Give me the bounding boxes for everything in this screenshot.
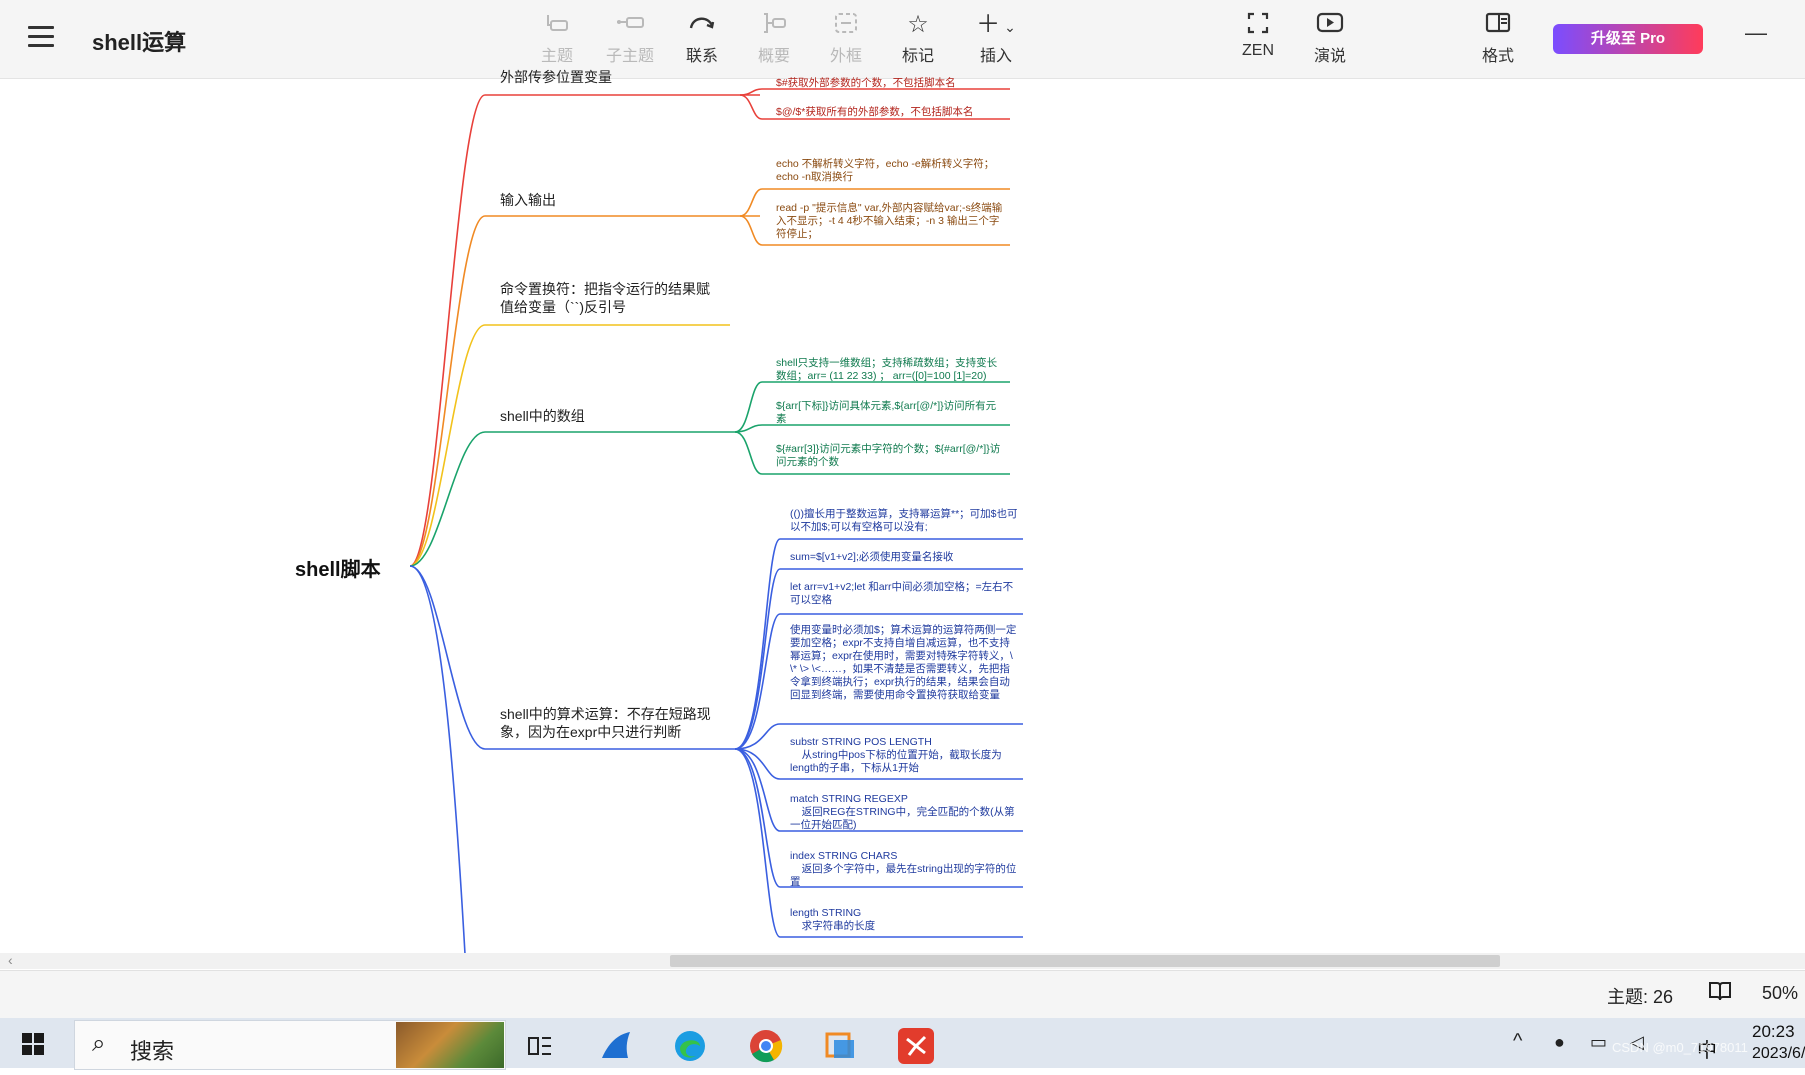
- topic-button[interactable]: 主题: [521, 10, 593, 70]
- chevron-down-icon: ⌄: [1004, 19, 1016, 35]
- summary-label: 概要: [757, 48, 790, 65]
- branch-topic-3[interactable]: 命令置换符：把指令运行的结果赋值给变量（``)反引号: [500, 280, 722, 316]
- leaf-5-6[interactable]: match STRING REGEXP 返回REG在STRING中，完全匹配的个…: [790, 793, 1020, 832]
- app-shark-icon[interactable]: [598, 1028, 634, 1064]
- topic-label: 主题: [540, 48, 573, 65]
- insert-label: 插入: [979, 48, 1012, 65]
- star-icon: ☆: [907, 11, 929, 38]
- marker-label: 标记: [901, 48, 934, 65]
- clock-time[interactable]: 20:23: [1752, 1022, 1795, 1042]
- topic-count: 主题: 26: [1607, 987, 1674, 1007]
- edge-browser-icon[interactable]: [672, 1028, 708, 1064]
- minimize-button[interactable]: —: [1745, 20, 1767, 46]
- leaf-5-1[interactable]: (())擅长用于整数运算，支持幂运算**；可加$也可以不加$;可以有空格可以没有…: [790, 508, 1020, 534]
- marker-button[interactable]: ☆ 标记: [882, 10, 954, 70]
- connector-branch-2: [409, 215, 760, 567]
- connector-branch-1: [409, 94, 760, 567]
- app-window-icon[interactable]: [823, 1028, 859, 1064]
- qq-tray-icon[interactable]: ●: [1554, 1032, 1565, 1053]
- tray-overflow-chevron-icon[interactable]: ^: [1513, 1030, 1522, 1053]
- branch-topic-2[interactable]: 输入输出: [500, 191, 556, 209]
- subtopic-label: 子主题: [605, 48, 654, 65]
- leaf-2-1[interactable]: echo 不解析转义字符，echo -e解析转义字符；echo -n取消换行: [776, 158, 1006, 184]
- subtopic-icon: [594, 10, 666, 40]
- branch-topic-5[interactable]: shell中的算术运算：不存在短路现象，因为在expr中只进行判断: [500, 705, 722, 741]
- branch-topic-4[interactable]: shell中的数组: [500, 407, 585, 425]
- branch-topic-1[interactable]: 外部传参位置变量: [500, 68, 612, 86]
- relationship-button[interactable]: 联系: [666, 10, 738, 70]
- boundary-icon: [810, 10, 882, 40]
- battery-icon[interactable]: ▭: [1590, 1032, 1607, 1053]
- clock-date[interactable]: 2023/6/: [1752, 1045, 1805, 1063]
- leaf-4-1[interactable]: shell只支持一维数组；支持稀疏数组；支持变长数组；arr= (11 22 3…: [776, 357, 1006, 383]
- leaf-4-2[interactable]: ${arr[下标]}访问具体元素,${arr[@/*]}访问所有元素: [776, 400, 1006, 426]
- connector-leaf-4-2: [734, 424, 1010, 433]
- format-panel-button[interactable]: 格式: [1462, 10, 1534, 70]
- hamburger-menu-icon[interactable]: [28, 26, 54, 48]
- taskbar-search-label: 搜索: [130, 1039, 175, 1064]
- leaf-1-1[interactable]: $#获取外部参数的个数，不包括脚本名: [776, 77, 1006, 90]
- presentation-button[interactable]: 演说: [1294, 10, 1366, 70]
- relationship-label: 联系: [685, 48, 718, 65]
- leaf-5-7[interactable]: index STRING CHARS 返回多个字符中，最先在string出现的字…: [790, 850, 1020, 889]
- root-topic[interactable]: shell脚本: [295, 553, 381, 582]
- connector-branch-6: [409, 565, 466, 954]
- boundary-button[interactable]: 外框: [810, 10, 882, 70]
- scrollbar-thumb[interactable]: [670, 955, 1500, 967]
- leaf-5-8[interactable]: length STRING 求字符串的长度: [790, 907, 1020, 933]
- upgrade-pro-button[interactable]: 升级至 Pro: [1553, 24, 1703, 54]
- format-label: 格式: [1481, 48, 1514, 65]
- play-icon: [1294, 10, 1366, 40]
- zoom-level[interactable]: 50%: [1762, 983, 1798, 1004]
- connector-branch-4: [409, 431, 735, 567]
- leaf-4-3[interactable]: ${#arr[3]}访问元素中字符的个数；${#arr[@/*]}访问元素的个数: [776, 443, 1006, 469]
- document-title: shell运算: [92, 30, 187, 55]
- topic-icon: [521, 10, 593, 40]
- watermark-text: CSDN @m0_71978011: [1612, 1040, 1748, 1055]
- zen-mode-button[interactable]: ZEN: [1222, 10, 1294, 70]
- summary-icon: [738, 10, 810, 40]
- summary-button[interactable]: 概要: [738, 10, 810, 70]
- fullscreen-icon: [1222, 10, 1294, 40]
- plus-icon: ＋ ⌄: [976, 11, 1016, 38]
- leaf-1-2[interactable]: $@/$*获取所有的外部参数，不包括脚本名: [776, 106, 1006, 119]
- leaf-5-4[interactable]: 使用变量时必须加$；算术运算的运算符两侧一定要加空格；expr不支持自增自减运算…: [790, 624, 1020, 702]
- outline-book-icon[interactable]: [1708, 980, 1732, 1008]
- subtopic-button[interactable]: 子主题: [594, 10, 666, 70]
- chrome-browser-icon[interactable]: [748, 1028, 784, 1064]
- leaf-5-3[interactable]: let arr=v1+v2;let 和arr中间必须加空格；=左右不可以空格: [790, 581, 1020, 607]
- task-view-icon[interactable]: [522, 1028, 558, 1064]
- scroll-left-arrow-icon[interactable]: ‹: [8, 952, 13, 968]
- leaf-2-2[interactable]: read -p "提示信息" var,外部内容赋给var;-s终端输入不显示；-…: [776, 202, 1006, 241]
- leaf-5-5[interactable]: substr STRING POS LENGTH 从string中pos下标的位…: [790, 736, 1020, 775]
- leaf-5-2[interactable]: sum=$[v1+v2];必须使用变量名接收: [790, 551, 1020, 564]
- search-highlight-image: [396, 1022, 504, 1068]
- windows-start-icon[interactable]: [22, 1033, 44, 1055]
- presentation-label: 演说: [1313, 48, 1346, 65]
- xmind-app-icon[interactable]: [898, 1028, 934, 1064]
- search-icon: ⌕: [92, 1030, 106, 1057]
- relationship-icon: [666, 10, 738, 40]
- zen-label: ZEN: [1242, 42, 1274, 59]
- status-bar: [0, 970, 1805, 1019]
- connector-branch-3: [409, 324, 730, 567]
- insert-button[interactable]: ＋ ⌄ 插入: [960, 10, 1032, 70]
- format-panel-icon: [1462, 10, 1534, 40]
- boundary-label: 外框: [829, 48, 862, 65]
